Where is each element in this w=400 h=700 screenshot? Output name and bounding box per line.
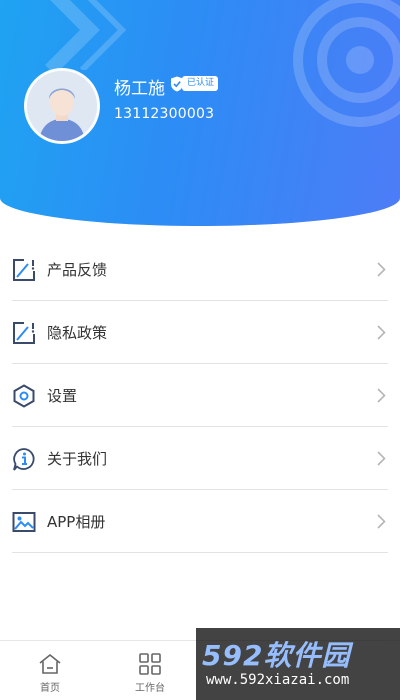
verified-badge: 已认证: [170, 75, 219, 92]
privacy-icon: [13, 321, 35, 344]
profile-header: 杨工施 已认证 13112300003: [0, 0, 400, 226]
menu-item-about[interactable]: 关于我们: [0, 427, 400, 490]
menu-item-settings[interactable]: 设置: [0, 364, 400, 427]
info-icon: [13, 447, 35, 471]
watermark-brand: 592软件园: [202, 639, 351, 672]
chevron-right-icon: [377, 388, 386, 403]
chevron-right-icon: [377, 325, 386, 340]
settings-icon: [13, 383, 35, 408]
menu-label: APP相册: [47, 513, 106, 531]
menu-label: 隐私政策: [47, 324, 108, 342]
menu-item-privacy[interactable]: 隐私政策: [0, 301, 400, 364]
decorative-chevron: [45, 0, 127, 70]
tab-workbench[interactable]: 工作台: [100, 641, 200, 700]
tab-home[interactable]: 首页: [0, 641, 100, 700]
menu-item-feedback[interactable]: 产品反馈: [0, 238, 400, 301]
watermark-url: www.592xiazai.com: [206, 672, 350, 688]
menu-label: 关于我们: [47, 450, 108, 468]
verified-label: 已认证: [182, 76, 219, 91]
chevron-right-icon: [377, 514, 386, 529]
tab-label: 工作台: [135, 683, 165, 694]
menu-label: 设置: [47, 387, 78, 405]
user-name: 杨工施: [114, 79, 165, 99]
settings-menu: 产品反馈 隐私政策 设置 关于我们 APP相册: [0, 238, 400, 553]
menu-label: 产品反馈: [47, 261, 108, 279]
album-icon: [12, 511, 36, 532]
avatar-person-icon: [27, 71, 97, 141]
tab-label: 首页: [40, 683, 60, 694]
avatar[interactable]: [24, 68, 100, 144]
watermark-overlay: 592软件园 www.592xiazai.com: [196, 628, 400, 700]
feedback-icon: [13, 258, 35, 281]
chevron-right-icon: [377, 262, 386, 277]
menu-item-album[interactable]: APP相册: [0, 490, 400, 553]
home-icon: [39, 653, 61, 674]
grid-icon: [139, 653, 161, 675]
decorative-rings: [293, 0, 400, 127]
user-phone: 13112300003: [114, 106, 215, 122]
chevron-right-icon: [377, 451, 386, 466]
